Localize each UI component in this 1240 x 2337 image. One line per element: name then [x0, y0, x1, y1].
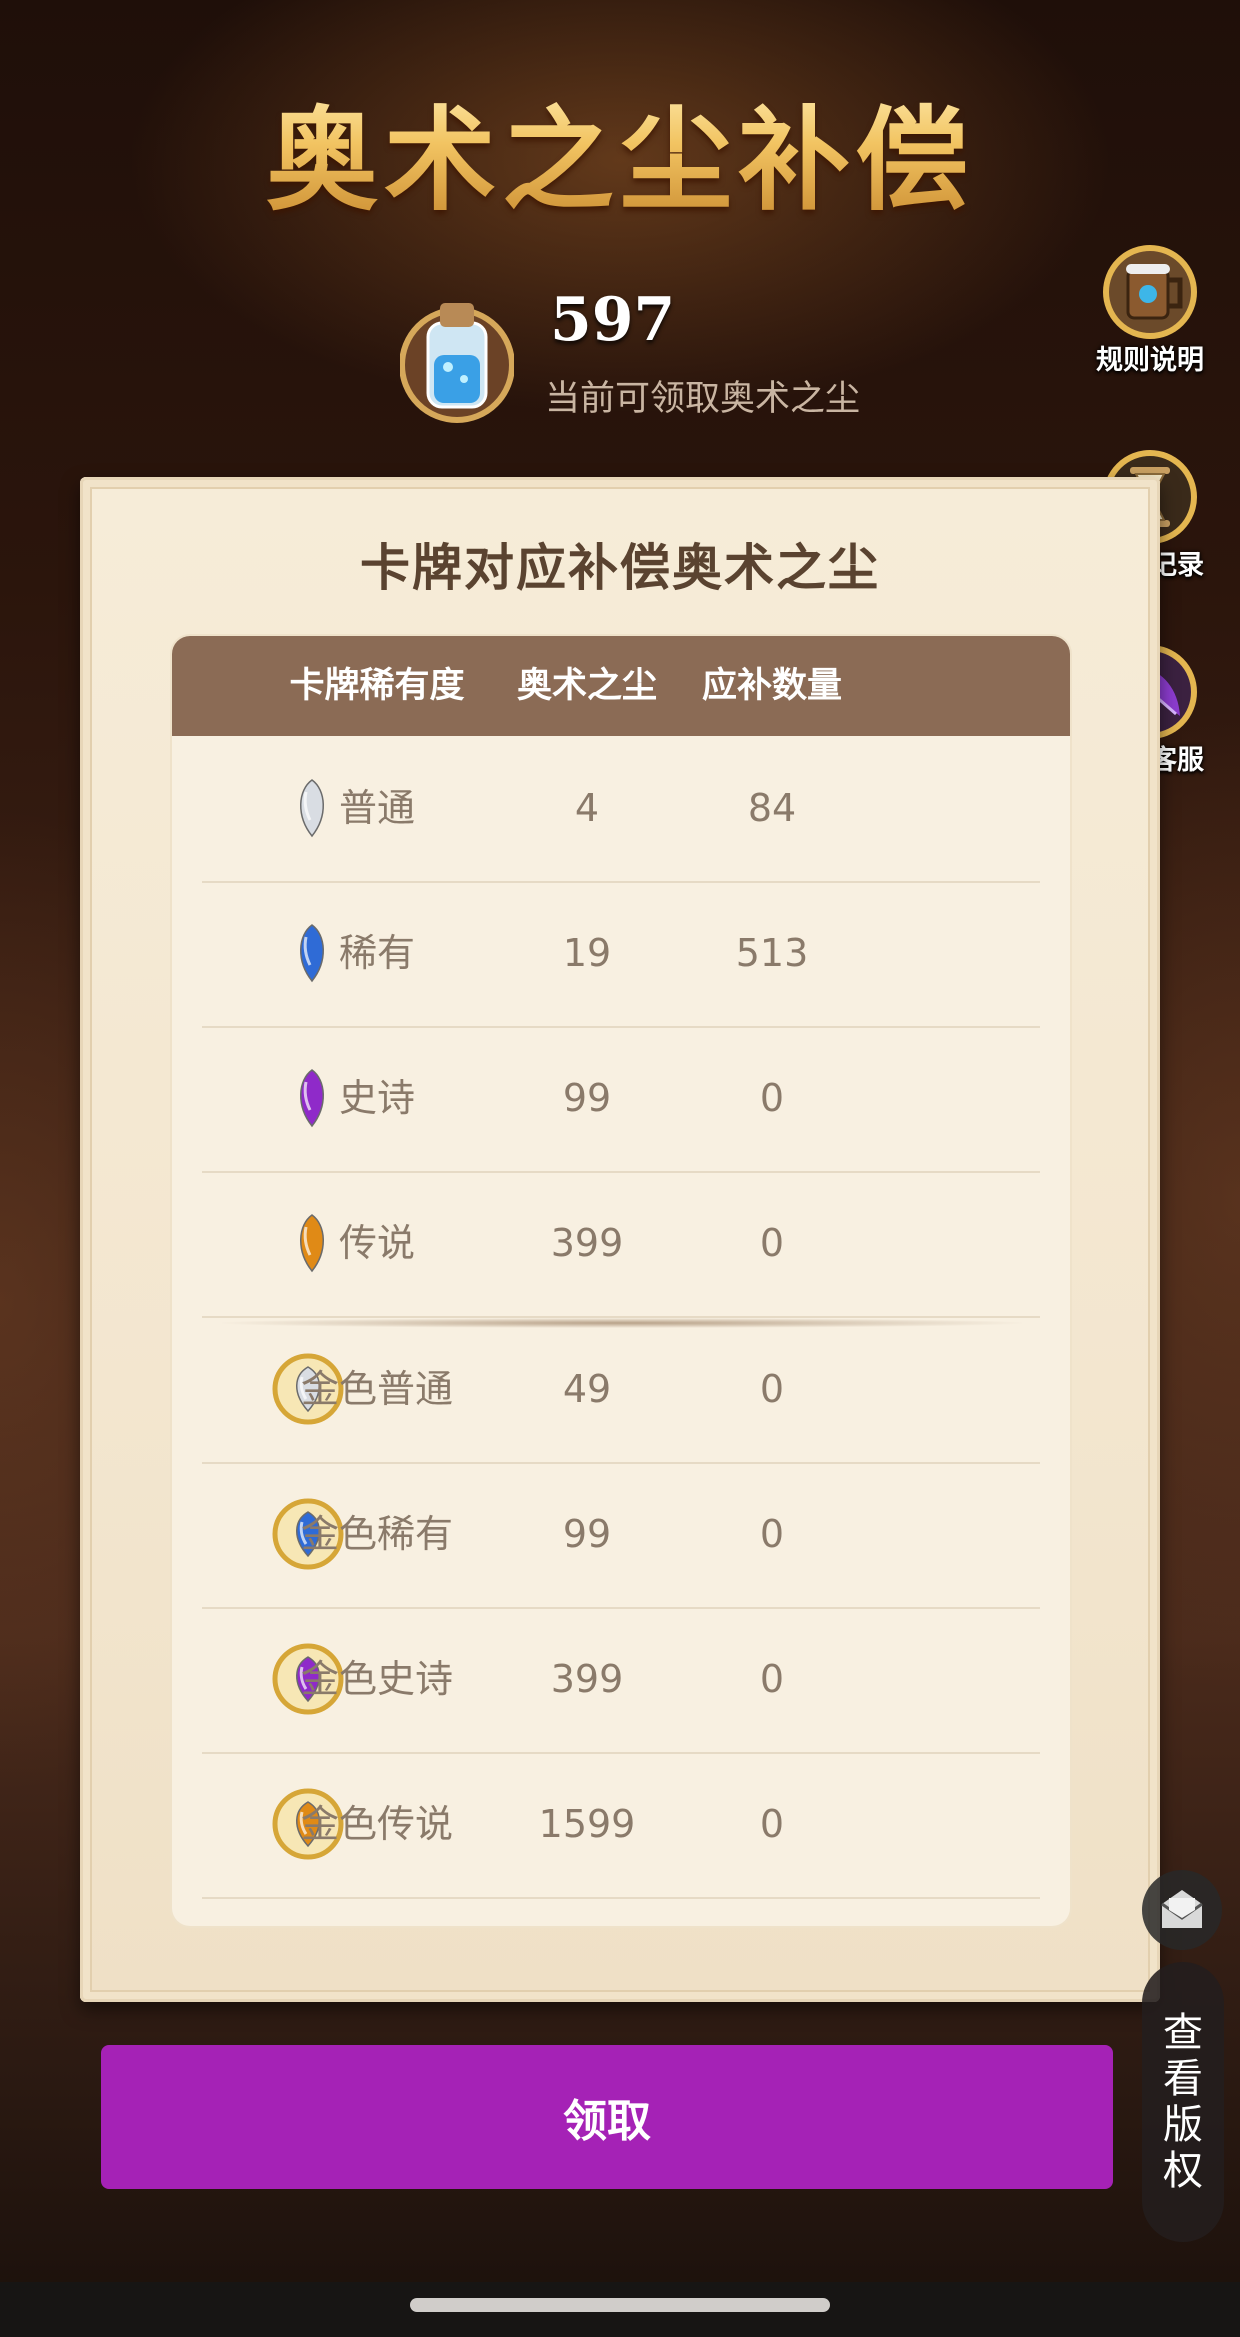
table-header: 卡牌稀有度 奥术之尘 应补数量 — [172, 636, 1070, 736]
table-row: 稀有 19 513 — [202, 881, 1040, 1028]
dust-jar-icon — [400, 303, 514, 423]
dust-cell: 399 — [550, 1221, 624, 1265]
card-title: 卡牌对应补偿奥术之尘 — [360, 539, 880, 597]
table-row: 传说 399 0 — [202, 1171, 1040, 1318]
column-header-dust: 奥术之尘 — [516, 666, 657, 706]
dust-cell: 1599 — [538, 1802, 636, 1846]
table-row: 金色史诗 399 0 — [202, 1607, 1040, 1754]
tankard-icon — [1103, 245, 1197, 339]
quantity-cell: 0 — [759, 1802, 785, 1846]
quantity-cell: 0 — [759, 1367, 785, 1411]
copyright-label: 查看版权 — [1163, 2010, 1203, 2194]
claim-button[interactable]: 领取 — [101, 2045, 1113, 2189]
table-row: 金色稀有 99 0 — [202, 1462, 1040, 1609]
mail-icon — [1161, 1890, 1203, 1928]
rarity-cell: 史诗 — [338, 1076, 415, 1120]
table-row: 普通 4 84 — [202, 736, 1040, 883]
dust-summary: 597 当前可领取奥术之尘 — [400, 285, 920, 435]
mail-button[interactable] — [1142, 1870, 1222, 1950]
dust-cell: 4 — [574, 786, 600, 830]
column-header-quantity: 应补数量 — [701, 666, 842, 706]
rarity-cell: 传说 — [338, 1221, 415, 1265]
dust-cell: 49 — [562, 1367, 612, 1411]
column-header-rarity: 卡牌稀有度 — [289, 666, 465, 706]
table-row: 金色普通 49 0 — [202, 1317, 1040, 1464]
rules-label: 规则说明 — [1096, 345, 1204, 376]
quantity-cell: 0 — [759, 1512, 785, 1556]
compensation-table: 卡牌稀有度 奥术之尘 应补数量 普通 4 84 稀有 19 513 史诗 99 0 传说 39… — [172, 636, 1070, 1926]
quantity-cell: 513 — [735, 931, 809, 975]
dust-cell: 19 — [562, 931, 612, 975]
dust-cell: 99 — [562, 1076, 612, 1120]
rarity-cell: 金色稀有 — [300, 1512, 453, 1556]
dust-caption: 当前可领取奥术之尘 — [545, 379, 861, 419]
quantity-cell: 84 — [747, 786, 797, 830]
quantity-cell: 0 — [759, 1657, 785, 1701]
table-row: 史诗 99 0 — [202, 1026, 1040, 1173]
rarity-cell: 金色普通 — [300, 1367, 453, 1411]
rarity-cell: 普通 — [338, 786, 415, 830]
dust-cell: 99 — [562, 1512, 612, 1556]
page-title: 奥术之尘补偿 — [0, 70, 1240, 232]
rarity-cell: 稀有 — [338, 931, 415, 975]
table-row: 金色传说 1599 0 — [202, 1752, 1040, 1899]
copyright-button[interactable]: 查看版权 — [1142, 1962, 1224, 2242]
dust-cell: 399 — [550, 1657, 624, 1701]
quantity-cell: 0 — [759, 1221, 785, 1265]
quantity-cell: 0 — [759, 1076, 785, 1120]
home-indicator[interactable] — [410, 2298, 830, 2312]
dust-count: 597 — [550, 285, 676, 355]
rarity-cell: 金色史诗 — [300, 1657, 453, 1701]
rules-button[interactable]: 规则说明 — [1090, 240, 1210, 377]
rarity-cell: 金色传说 — [300, 1802, 453, 1846]
